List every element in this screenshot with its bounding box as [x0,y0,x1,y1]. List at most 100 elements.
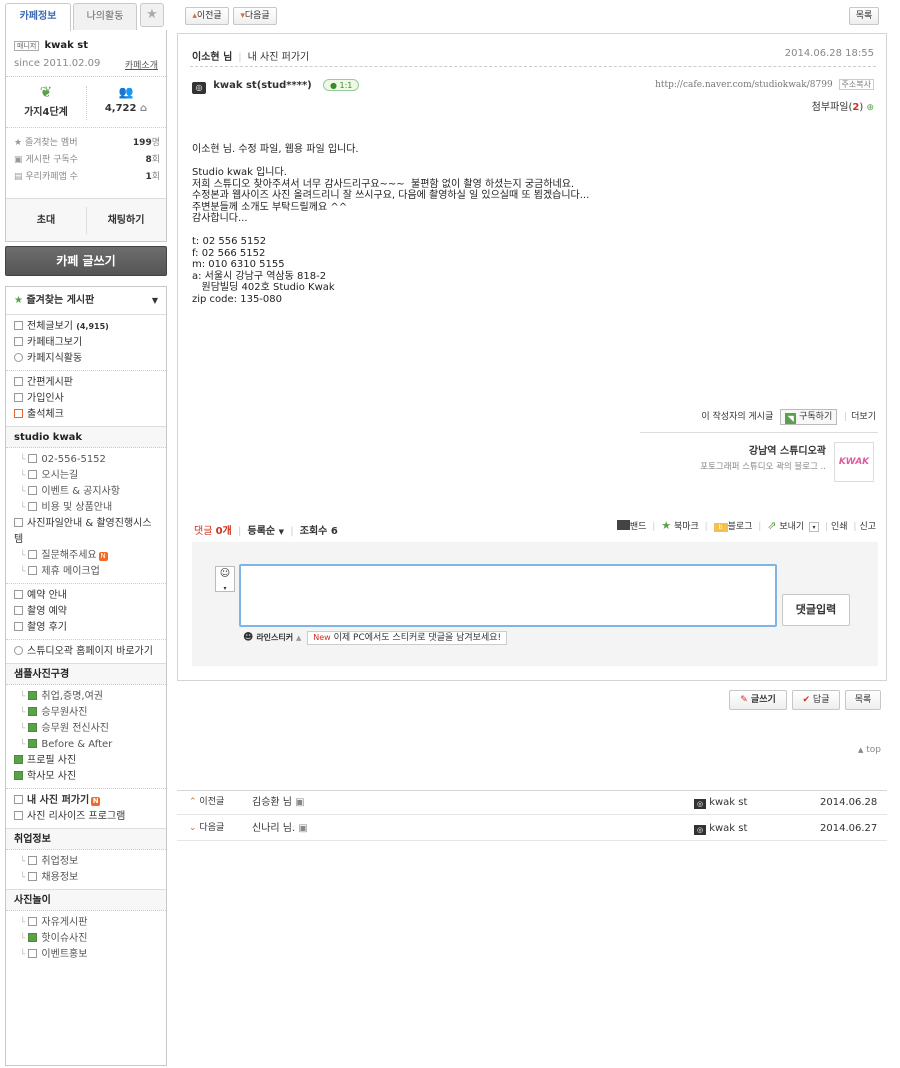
list-icon [28,856,38,865]
tree-icon: ❦ [39,83,53,101]
board-menu: ★ 즐겨찾는 게시판 ▼ 전체글보기 (4,915) 카페태그보기 카페지식활동… [5,286,167,1066]
menu-before-after[interactable]: Before & After [6,737,166,753]
member-stat[interactable]: 👥 4,722 ⌂ [86,83,166,114]
next-post-button[interactable]: ▾다음글 [233,7,277,25]
menu-events[interactable]: 이벤트 & 공지사항 [6,484,166,500]
more-dropdown-icon[interactable]: ▾ [809,522,820,532]
chat-button[interactable]: 채팅하기 [86,199,166,242]
menu-directions[interactable]: 오시는길 [6,468,166,484]
chevron-up-icon: ▲ [296,634,302,642]
list-icon [28,502,38,511]
sort-dropdown[interactable]: 등록순 ▼ [248,526,284,537]
prev-post-button[interactable]: ▴이전글 [185,7,229,25]
rss-icon: ◥ [785,413,797,424]
prev-post-row[interactable]: ⌃ 이전글 김승환 님 ▣ ◎ kwak st 2014.06.28 [177,790,887,815]
invite-button[interactable]: 초대 [6,199,86,242]
pencil-icon [14,377,23,386]
band-share[interactable]: 밴드 [616,520,646,532]
qna-icon [28,550,38,559]
menu-questions[interactable]: 질문해주세요N [6,548,166,564]
menu-event-promo[interactable]: 이벤트홍보 [6,947,166,963]
subscribe-button[interactable]: ◥ 구독하기 [780,409,838,425]
menu-profile-photos[interactable]: 프로필 사진 [6,753,166,769]
menu-crew-full[interactable]: 승무원 전신사진 [6,721,166,737]
tab-cafe-info[interactable]: 카페정보 [5,3,71,31]
menu-photo-guide[interactable]: 사진파일안내 & 촬영진행시스템 [6,516,156,548]
dropdown-icon: ▼ [151,296,158,305]
profile-avatar-icon[interactable]: ☺ ▾ [215,566,235,592]
since-date: since 2011.02.09 [14,58,101,69]
cafe-intro-link[interactable]: 카페소개 [125,58,158,71]
star-icon: ★ [14,295,23,306]
board-link[interactable]: 내 사진 퍼가기 [248,52,310,63]
manager-name[interactable]: kwak st [45,40,89,51]
tab-my-activity[interactable]: 나의활동 [73,3,137,30]
comment-submit-button[interactable]: 댓글입력 [782,594,850,626]
link-icon [14,646,23,655]
menu-tags[interactable]: 카페태그보기 [6,335,166,351]
blog-thumbnail[interactable]: KWAK [834,442,874,482]
prev-author[interactable]: ◎ kwak st [694,790,747,815]
menu-hiring[interactable]: 채용정보 [6,870,166,886]
post-url[interactable]: http://cafe.naver.com/studiokwak/8799 [655,80,833,90]
menu-knowledge[interactable]: 카페지식활동 [6,351,166,367]
top-link[interactable]: ▲ top [858,745,881,755]
level-stat[interactable]: ❦ 가지4단계 [6,83,86,118]
chat-icon: ● [329,81,337,90]
comment-input[interactable] [239,564,777,627]
list-button-top[interactable]: 목록 [849,7,879,25]
tag-icon [14,337,23,346]
menu-crew-photos[interactable]: 승무원사진 [6,705,166,721]
list-button-bottom[interactable]: 목록 [845,690,881,710]
menu-pricing[interactable]: 비용 및 상품안내 [6,500,166,516]
bookmark-share[interactable]: ★ 북마크 [661,519,699,532]
menu-greeting[interactable]: 가입인사 [6,391,166,407]
menu-all-posts[interactable]: 전체글보기 (4,915) [6,319,166,335]
copy-address-button[interactable]: 주소복사 [838,79,874,90]
line-sticker-button[interactable]: ☻ 라인스티커 ▲ [243,632,302,643]
menu-reviews[interactable]: 촬영 후기 [6,620,166,636]
view-count: 조회수 6 [299,526,338,537]
attachments[interactable]: 첨부파일(2) ⊕ [812,98,874,113]
cafe-write-button[interactable]: 카페 글쓰기 [5,246,167,276]
blog-info[interactable]: 강남역 스튜디오곽 포토그래퍼 스튜디오 곽의 블로그 .. [700,442,826,472]
favorites-header[interactable]: ★ 즐겨찾는 게시판 ▼ [6,287,166,315]
menu-reservation[interactable]: 촬영 예약 [6,604,166,620]
send-share[interactable]: ⇗ 보내기 [767,519,804,532]
chevron-down-icon: ⌄ [189,823,197,833]
section-sample-photos: 샘플사진구경 [6,663,166,685]
chat-1on1-badge[interactable]: ● 1:1 [322,79,360,91]
comment-count[interactable]: 댓글 0개 [194,526,232,537]
favorite-star-icon[interactable]: ★ [140,3,164,27]
menu-hot-issue[interactable]: 핫이슈사진 [6,931,166,947]
menu-id-photos[interactable]: 취업,증명,여권 [6,689,166,705]
menu-phone[interactable]: 02-556-5152 [6,452,166,468]
board-icon: ▣ [14,155,23,165]
next-title[interactable]: 신나리 님. ▣ [252,816,308,841]
writer-name[interactable]: kwak st(stud****) [213,80,312,91]
menu-free-board[interactable]: 자유게시판 [6,915,166,931]
writer-line: ◎ kwak st(stud****) ● 1:1 [192,79,360,94]
print-link[interactable]: 인쇄 [831,522,848,532]
menu-job-info[interactable]: 취업정보 [6,854,166,870]
write-button[interactable]: ✎ 글쓰기 [729,690,787,710]
menu-homepage-link[interactable]: 스튜디오곽 홈페이지 바로가기 [6,644,156,660]
menu-reservation-info[interactable]: 예약 안내 [6,588,166,604]
board-icon [14,393,23,402]
prev-title[interactable]: 김승환 님 ▣ [252,790,305,815]
menu-take-my-photos[interactable]: 내 사진 퍼가기 N [6,793,166,809]
more-link[interactable]: 더보기 [851,412,876,422]
prev-date: 2014.06.28 [820,797,878,808]
report-link[interactable]: 신고 [859,522,876,532]
menu-attendance[interactable]: 출석체크 [6,407,166,423]
menu-makeup[interactable]: 제휴 메이크업 [6,564,166,580]
menu-resize-program[interactable]: 사진 리사이즈 프로그램 [6,809,166,825]
blog-share[interactable]: b 블로그 [713,522,752,532]
next-author[interactable]: ◎ kwak st [694,816,747,841]
members-icon: 👥 [118,85,134,99]
reply-button[interactable]: ✔ 답글 [792,690,840,710]
menu-simple-board[interactable]: 간편게시판 [6,375,166,391]
next-post-row[interactable]: ⌄ 다음글 신나리 님. ▣ ◎ kwak st 2014.06.27 [177,816,887,841]
list-icon [28,454,38,463]
menu-graduation-photos[interactable]: 학사모 사진 [6,769,166,785]
